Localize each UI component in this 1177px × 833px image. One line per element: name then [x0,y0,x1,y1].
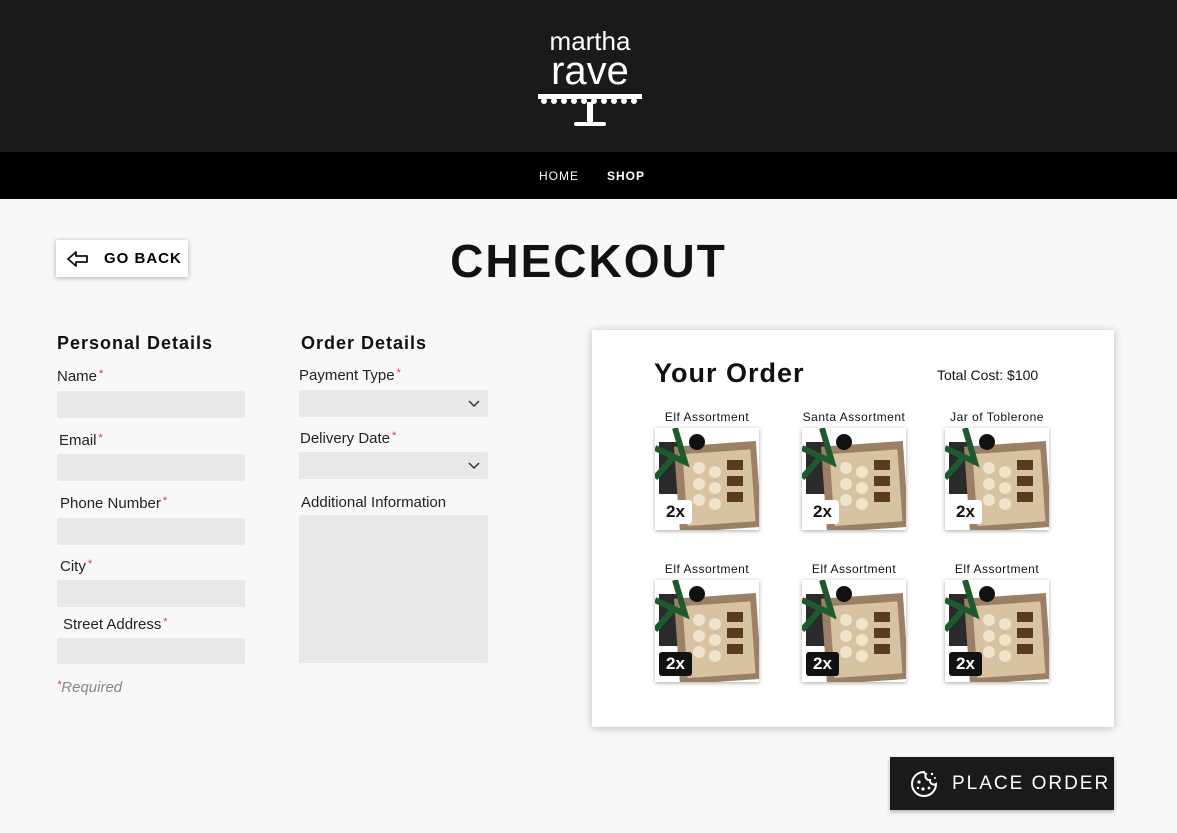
product-image: 2x [655,580,759,682]
additional-info-textarea[interactable] [299,515,488,663]
nav-shop-link[interactable]: SHOP [607,169,645,183]
order-total: Total Cost: $100 [937,367,1039,383]
phone-label: Phone Number * [60,495,168,512]
email-label: Email * [59,432,103,449]
required-note: *Required [57,679,123,696]
quantity-badge: 2x [806,500,839,524]
order-item[interactable]: Elf Assortment 2x [794,562,914,692]
order-item-name: Elf Assortment [664,562,750,576]
chevron-down-icon [468,462,480,470]
city-label: City * [60,558,93,575]
order-item[interactable]: Elf Assortment 2x [647,562,767,692]
city-input[interactable] [57,580,245,607]
name-input[interactable] [57,391,245,418]
nav-home-link[interactable]: HOME [539,169,579,183]
order-item-name: Elf Assortment [811,562,897,576]
order-item-name: Elf Assortment [664,410,750,424]
quantity-badge: 2x [659,652,692,676]
order-title: Your Order [654,358,805,388]
main-nav: HOME SHOP [0,152,1177,199]
order-summary-card: Your Order Total Cost: $100 Elf Assortme… [592,330,1114,727]
payment-type-label: Payment Type * [299,367,401,384]
payment-type-select[interactable] [299,390,488,417]
email-input[interactable] [57,454,245,481]
street-address-input[interactable] [57,638,245,664]
cookie-icon [911,770,938,797]
quantity-badge: 2x [806,652,839,676]
quantity-badge: 2x [949,500,982,524]
order-item[interactable]: Jar of Toblerone 2x [937,410,1057,540]
order-item-name: Jar of Toblerone [950,410,1044,424]
name-label: Name * [57,368,104,385]
street-address-label: Street Address * [63,616,168,633]
martha-rave-logo[interactable]: martha rave [536,22,644,130]
order-item[interactable]: Elf Assortment 2x [937,562,1057,692]
site-header: martha rave [0,0,1177,152]
quantity-badge: 2x [949,652,982,676]
personal-details-heading: Personal Details [57,333,214,353]
delivery-date-label: Delivery Date * [300,430,397,447]
order-item-name: Santa Assortment [802,410,906,424]
place-order-button[interactable]: PLACE ORDER [890,757,1114,810]
phone-input[interactable] [57,518,245,545]
place-order-label: PLACE ORDER [952,772,1111,794]
svg-text:rave: rave [551,49,629,93]
page-title: CHECKOUT [450,235,727,287]
order-item[interactable]: Elf Assortment 2x [647,410,767,540]
order-item-name: Elf Assortment [954,562,1040,576]
product-image: 2x [945,580,1049,682]
order-details-heading: Order Details [301,333,428,353]
delivery-date-select[interactable] [299,452,488,479]
product-image: 2x [802,580,906,682]
order-item[interactable]: Santa Assortment 2x [794,410,914,540]
product-image: 2x [802,428,906,530]
product-image: 2x [655,428,759,530]
chevron-down-icon [468,400,480,408]
product-image: 2x [945,428,1049,530]
additional-info-label: Additional Information [301,494,447,511]
quantity-badge: 2x [659,500,692,524]
